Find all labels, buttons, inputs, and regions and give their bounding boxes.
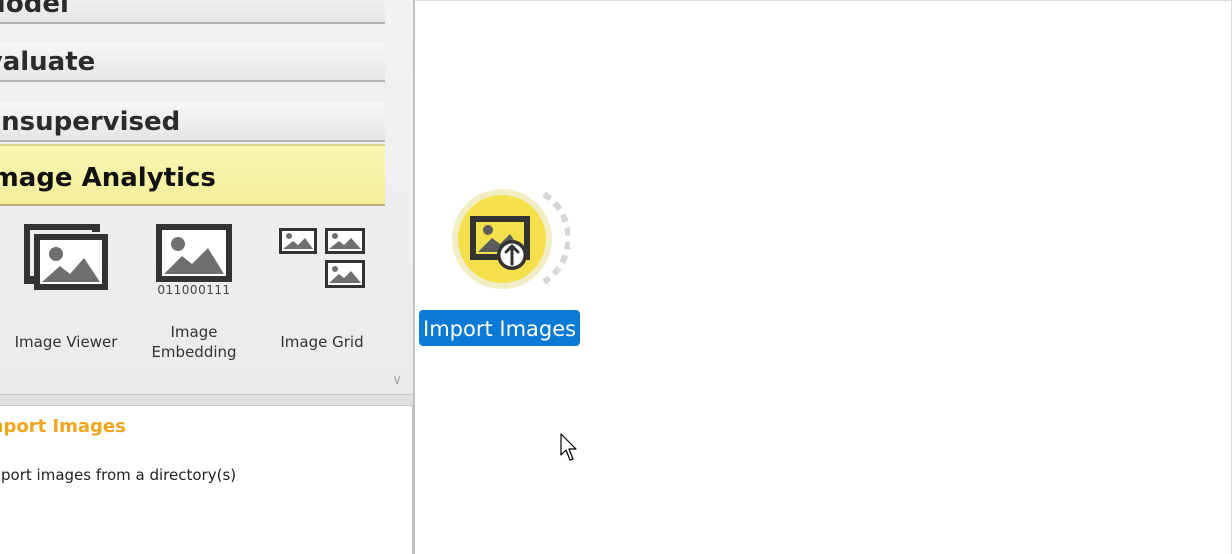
panel-splitter[interactable] [0,394,414,406]
mouse-cursor-icon [560,433,577,461]
toolbox-panel: Model Evaluate Unsupervised Image Analyt… [0,0,414,554]
category-evaluate-label: Evaluate [0,47,96,77]
scroll-down-icon[interactable]: ∨ [392,372,402,388]
category-unsupervised-label: Unsupervised [0,107,181,137]
node-label-editor[interactable]: Import Images [419,310,581,346]
category-model-label: Model [0,0,69,19]
widget-image-grid[interactable]: Image Grid [264,216,380,366]
widget-image-embedding-label-line2: Embedding [151,343,237,361]
widget-description-panel: Import Images Import images from a direc… [0,406,413,554]
description-title: Import Images [0,416,126,437]
widget-image-embedding[interactable]: 011000111 Image Embedding [136,216,252,366]
category-image-analytics-label: Image Analytics [0,163,216,193]
description-text: Import images from a directory(s) [0,466,237,484]
image-viewer-icon [24,224,108,290]
widget-toolbox: Model Evaluate Unsupervised Image Analyt… [0,0,414,396]
widget-image-embedding-label-line1: Image [170,323,218,341]
widget-image-grid-label: Image Grid [280,333,364,351]
widget-image-viewer[interactable]: Image Viewer [8,216,124,366]
import-images-node[interactable] [452,186,572,292]
import-images-icon [452,189,572,289]
category-image-analytics[interactable]: Image Analytics [0,144,385,206]
category-unsupervised[interactable]: Unsupervised [0,102,385,142]
category-evaluate[interactable]: Evaluate [0,42,385,82]
widget-image-embedding-caption: 011000111 [157,283,231,297]
image-grid-icon [279,228,365,288]
category-model[interactable]: Model [0,0,385,24]
widget-image-viewer-label: Image Viewer [14,333,118,351]
